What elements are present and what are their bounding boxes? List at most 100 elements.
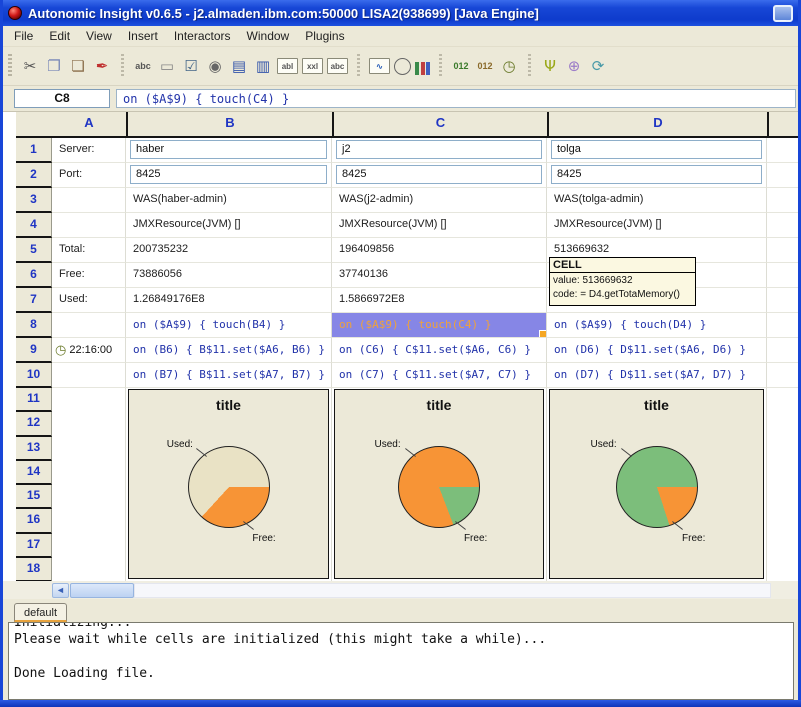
cell-c9[interactable]: on (C6) { C$11.set($A6, C6) }	[332, 338, 547, 363]
cell-a4[interactable]	[52, 213, 126, 238]
label-icon[interactable]: abc	[133, 56, 153, 76]
scroll-thumb[interactable]	[70, 583, 134, 598]
paste-icon[interactable]: ❏	[68, 56, 88, 76]
cell-a5[interactable]: Total:	[52, 238, 126, 263]
menu-window[interactable]: Window	[239, 27, 298, 45]
cell-a6[interactable]: Free:	[52, 263, 126, 288]
server-input-d1[interactable]: tolga	[551, 140, 762, 159]
globe-icon[interactable]: ⊕	[564, 56, 584, 76]
menu-interactors[interactable]: Interactors	[166, 27, 239, 45]
console-log[interactable]: Initializing... Please wait while cells …	[8, 622, 794, 700]
bar-chart-icon[interactable]	[415, 62, 430, 75]
button-icon[interactable]: ▭	[157, 56, 177, 76]
cell-c7[interactable]: 1.5866972E8	[332, 288, 547, 313]
cell-e6[interactable]	[767, 263, 801, 288]
grid-corner[interactable]	[16, 112, 52, 136]
row-header-8[interactable]: 8	[16, 313, 52, 338]
cell-c1[interactable]: j2	[332, 138, 547, 163]
cell-d4[interactable]: JMXResource(JVM) []	[547, 213, 767, 238]
cell-b2[interactable]: 8425	[126, 163, 332, 188]
column-header-a[interactable]: A	[52, 112, 126, 136]
row-header-3[interactable]: 3	[16, 188, 52, 213]
column-header-e[interactable]	[767, 112, 801, 136]
counter-icon[interactable]: 012	[451, 56, 471, 76]
row-header-4[interactable]: 4	[16, 213, 52, 238]
cell-e2[interactable]	[767, 163, 801, 188]
cell-b6[interactable]: 73886056	[126, 263, 332, 288]
cell-a1[interactable]: Server:	[52, 138, 126, 163]
port-input-b2[interactable]: 8425	[130, 165, 327, 184]
cell-c6[interactable]: 37740136	[332, 263, 547, 288]
cell-c10[interactable]: on (C7) { C$11.set($A7, C7) }	[332, 363, 547, 388]
cell-b1[interactable]: haber	[126, 138, 332, 163]
pie-chart-panel-b[interactable]: title Used: Free:	[128, 389, 329, 579]
cell-b7[interactable]: 1.26849176E8	[126, 288, 332, 313]
scroll-track[interactable]	[134, 583, 771, 598]
wrench-icon[interactable]: Ψ	[540, 56, 560, 76]
cell-d9[interactable]: on (D6) { D$11.set($A6, D6) }	[547, 338, 767, 363]
row-header-14[interactable]: 14	[16, 461, 52, 485]
scroll-left-button[interactable]: ◄	[52, 583, 69, 598]
cell-a2[interactable]: Port:	[52, 163, 126, 188]
cell-e8[interactable]	[767, 313, 801, 338]
cell-d3[interactable]: WAS(tolga-admin)	[547, 188, 767, 213]
cell-c5[interactable]: 196409856	[332, 238, 547, 263]
cell-c4[interactable]: JMXResource(JVM) []	[332, 213, 547, 238]
cell-b9[interactable]: on (B6) { B$11.set($A6, B6) }	[126, 338, 332, 363]
row-header-1[interactable]: 1	[16, 138, 52, 163]
title-bar[interactable]: Autonomic Insight v0.6.5 - j2.almaden.ib…	[0, 0, 801, 26]
cut-icon[interactable]: ✂	[20, 56, 40, 76]
list-icon[interactable]: ▤	[229, 56, 249, 76]
port-input-c2[interactable]: 8425	[336, 165, 542, 184]
cell-a3[interactable]	[52, 188, 126, 213]
column-header-d[interactable]: D	[547, 112, 767, 136]
interactor-brush-icon[interactable]: ✒	[92, 56, 112, 76]
textarea-icon[interactable]: xxl	[302, 58, 323, 74]
cell-b4[interactable]: JMXResource(JVM) []	[126, 213, 332, 238]
timed-counter-icon[interactable]: 012	[475, 56, 495, 76]
cell-d2[interactable]: 8425	[547, 163, 767, 188]
menu-file[interactable]: File	[6, 27, 41, 45]
cell-c3[interactable]: WAS(j2-admin)	[332, 188, 547, 213]
row-header-15[interactable]: 15	[16, 485, 52, 509]
cell-e4[interactable]	[767, 213, 801, 238]
row-header-13[interactable]: 13	[16, 437, 52, 461]
export-refresh-icon[interactable]: ⟳	[588, 56, 608, 76]
row-header-18[interactable]: 18	[16, 558, 52, 581]
toolbar-grip[interactable]	[8, 54, 12, 78]
row-header-5[interactable]: 5	[16, 238, 52, 263]
column-header-b[interactable]: B	[126, 112, 332, 136]
cell-c2[interactable]: 8425	[332, 163, 547, 188]
cell-a11-18[interactable]	[52, 388, 126, 581]
row-header-12[interactable]: 12	[16, 412, 52, 436]
cell-a8[interactable]	[52, 313, 126, 338]
cell-e9[interactable]	[767, 338, 801, 363]
menu-edit[interactable]: Edit	[41, 27, 78, 45]
radio-button-icon[interactable]: ◉	[205, 56, 225, 76]
checkbox-icon[interactable]: ☑	[181, 56, 201, 76]
row-header-2[interactable]: 2	[16, 163, 52, 188]
pie-chart-panel-c[interactable]: title Used: Free:	[334, 389, 544, 579]
formula-input[interactable]: on ($A$9) { touch(C4) }	[116, 89, 796, 108]
textfield-icon[interactable]: abl	[277, 58, 298, 74]
pie-chart-icon[interactable]	[394, 58, 411, 75]
line-chart-icon[interactable]: ∿	[369, 58, 390, 74]
server-input-b1[interactable]: haber	[130, 140, 327, 159]
cell-reference-box[interactable]: C8	[14, 89, 110, 108]
selected-cell-c8[interactable]: on ($A$9) { touch(C4) }	[332, 313, 547, 338]
pie-chart-panel-d[interactable]: title Used: Free:	[549, 389, 764, 579]
minimize-button[interactable]: _	[773, 5, 793, 22]
server-input-c1[interactable]: j2	[336, 140, 542, 159]
cell-d8[interactable]: on ($A$9) { touch(D4) }	[547, 313, 767, 338]
cell-b10[interactable]: on (B7) { B$11.set($A7, B7) }	[126, 363, 332, 388]
menu-view[interactable]: View	[78, 27, 120, 45]
row-header-16[interactable]: 16	[16, 509, 52, 533]
tab-default[interactable]: default	[14, 603, 67, 622]
row-header-10[interactable]: 10	[16, 363, 52, 388]
cell-e7[interactable]	[767, 288, 801, 313]
cell-d10[interactable]: on (D7) { D$11.set($A7, D7) }	[547, 363, 767, 388]
row-header-7[interactable]: 7	[16, 288, 52, 313]
row-header-17[interactable]: 17	[16, 534, 52, 558]
clock-icon[interactable]: ◷	[499, 56, 519, 76]
cell-e10[interactable]	[767, 363, 801, 388]
